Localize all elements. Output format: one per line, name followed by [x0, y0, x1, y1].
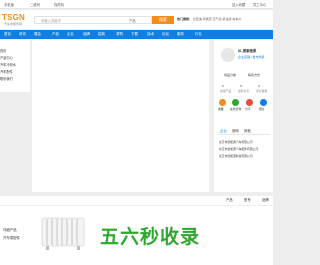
action-label: 在线咨询: [230, 107, 242, 111]
bar2-item[interactable]: 品牌: [262, 198, 269, 203]
hot-term[interactable]: 空气滤: [213, 17, 222, 21]
nav-item[interactable]: 产品: [52, 32, 59, 37]
phone-icon[interactable]: [232, 99, 239, 106]
sidebar-item[interactable]: 产品中心: [0, 55, 13, 60]
nav-item[interactable]: 下载: [131, 32, 138, 37]
site-logo[interactable]: TSGN: [2, 13, 25, 22]
sidebar-item[interactable]: 联系我们: [0, 76, 13, 81]
secondary-bar: 产品 型号 品牌: [0, 196, 273, 205]
qrcode-link[interactable]: 二维码: [30, 2, 40, 7]
nav-item[interactable]: 资讯: [19, 32, 26, 37]
top-utility-bar: 手机版 二维码 找商机 加入收藏 员工中心: [0, 0, 273, 9]
product-label[interactable]: 详细产品: [3, 228, 17, 233]
stat-label: 资料信息: [238, 89, 250, 93]
sidebar-item[interactable]: 汽车配件: [0, 69, 13, 74]
search-category-select[interactable]: 产品: [129, 18, 136, 23]
category-button[interactable]: 商品分类: [224, 73, 236, 78]
merchant-tabs: 企业 官网 其他: [218, 129, 270, 135]
nav-item[interactable]: 技术: [147, 32, 154, 37]
tab-company[interactable]: 企业: [220, 129, 227, 134]
list-item[interactable]: 北京市新能源汽车有限公司: [219, 140, 253, 145]
merchant-actions: 收藏 在线咨询 分享 留言: [218, 99, 270, 115]
action-label: 收藏: [218, 107, 224, 111]
nav-item[interactable]: 论坛: [162, 32, 169, 37]
star-icon[interactable]: [219, 99, 226, 106]
header: TSGN 汽车零部件网 请输入关键词 产品 搜索 热门搜索： 比亚迪 新能源 空…: [0, 10, 273, 29]
search-input[interactable]: 请输入关键词 产品: [34, 16, 152, 24]
category-sidebar: 首页 产品中心 汽车冷却水 汽车配件 联系我们: [0, 40, 30, 92]
nav-item[interactable]: 企业: [67, 32, 74, 37]
action-label: 留言: [259, 107, 265, 111]
site-logo-subtitle: 汽车零部件网: [4, 22, 23, 26]
nav-item[interactable]: 求购: [116, 32, 123, 37]
merchant-name[interactable]: 81,搜索结果: [238, 49, 256, 54]
nav-item[interactable]: 首页: [4, 32, 11, 37]
tab-other[interactable]: 其他: [244, 129, 251, 134]
bar2-item[interactable]: 型号: [244, 198, 251, 203]
bar2-item[interactable]: 产品: [226, 198, 233, 203]
hot-term[interactable]: 比亚迪: [193, 17, 202, 21]
list-item[interactable]: 北京市新能源科技有限公司: [219, 154, 253, 159]
opportunity-link[interactable]: 找商机: [54, 2, 64, 7]
list-item[interactable]: 北京市新能源汽车配件有限公司: [219, 147, 258, 152]
hot-search-terms: 热门搜索： 比亚迪 新能源 空气滤 机油滤 刹车片: [177, 17, 241, 21]
mobile-link[interactable]: 手机版: [4, 2, 14, 7]
nav-item[interactable]: 招商: [98, 32, 105, 37]
share-icon[interactable]: [246, 99, 253, 106]
stat-label: 评价数量: [256, 89, 268, 93]
contact-button[interactable]: 联系方式: [248, 73, 260, 78]
nav-item[interactable]: 服务: [177, 32, 184, 37]
hot-term[interactable]: 刹车片: [232, 17, 241, 21]
nav-item[interactable]: 展会: [34, 32, 41, 37]
main-nav: 首页 资讯 展会 产品 企业 品牌 招商 求购 下载 技术 论坛 服务 行业: [0, 30, 273, 39]
favorite-link[interactable]: 加入收藏: [232, 2, 245, 7]
staff-link[interactable]: 员工中心: [253, 2, 266, 7]
merchant-avatar: [221, 48, 235, 62]
product-label[interactable]: 汽车零配件: [3, 236, 20, 241]
stat-label: 在线产品: [220, 89, 232, 93]
nav-item[interactable]: 品牌: [83, 32, 90, 37]
action-label: 分享: [245, 107, 251, 111]
search-button[interactable]: 搜索: [152, 16, 174, 24]
search-placeholder: 请输入关键词: [41, 19, 61, 23]
banner-text: 五六秒收录: [100, 227, 201, 248]
merchant-card: 81,搜索结果 企业店铺 | 发布商机 商品分类 联系方式 0 在线产品 0 资…: [214, 40, 273, 192]
sidebar-item[interactable]: 汽车冷却水: [0, 62, 16, 67]
main-content-panel: [32, 40, 209, 192]
hot-term[interactable]: 新能源: [203, 17, 212, 21]
hot-search-label: 热门搜索：: [177, 17, 193, 21]
sidebar-item[interactable]: 首页: [0, 48, 6, 53]
merchant-verified[interactable]: 企业店铺 | 发布商机: [238, 55, 264, 60]
merchant-stats: 0 在线产品 0 资料信息 0 评价数量: [220, 84, 268, 96]
tab-website[interactable]: 官网: [232, 129, 239, 134]
hot-term[interactable]: 机油滤: [222, 17, 231, 21]
radiator-product-image[interactable]: [40, 214, 86, 252]
nav-item[interactable]: 行业: [195, 32, 202, 37]
chat-icon[interactable]: [260, 99, 267, 106]
